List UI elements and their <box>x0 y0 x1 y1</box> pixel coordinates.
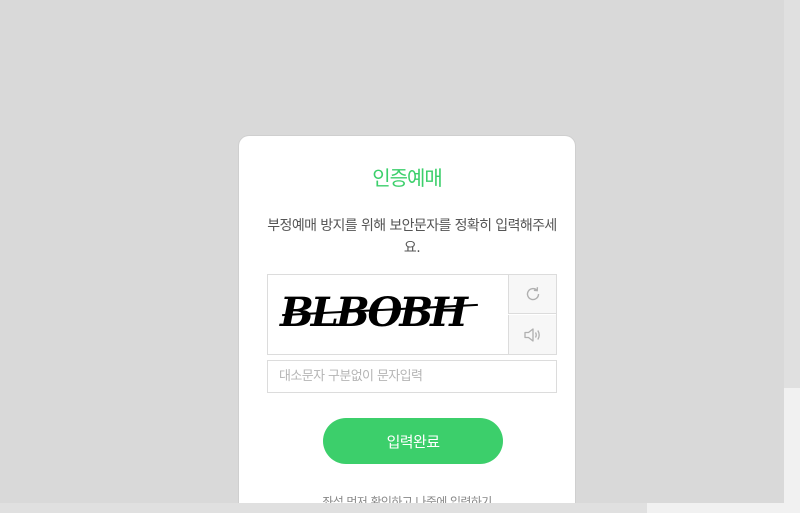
captcha-modal: 인증예매 부정예매 방지를 위해 보안문자를 정확히 입력해주세요. BLBOB… <box>239 136 575 513</box>
modal-description: 부정예매 방지를 위해 보안문자를 정확히 입력해주세요. <box>267 218 557 256</box>
captcha-image: BLBOBH <box>268 275 508 354</box>
vertical-scrollbar-thumb[interactable] <box>784 0 800 388</box>
captcha-input[interactable] <box>267 360 557 393</box>
page: 인증예매 부정예매 방지를 위해 보안문자를 정확히 입력해주세요. BLBOB… <box>0 0 800 513</box>
captcha-box: BLBOBH <box>267 274 557 355</box>
speaker-icon <box>523 327 540 342</box>
audio-captcha-button[interactable] <box>508 315 556 354</box>
refresh-icon <box>526 287 539 301</box>
horizontal-scrollbar[interactable] <box>0 503 784 513</box>
submit-button[interactable]: 입력완료 <box>323 418 503 464</box>
modal-title: 인증예매 <box>372 166 443 190</box>
vertical-scrollbar[interactable] <box>784 0 800 513</box>
refresh-captcha-button[interactable] <box>508 275 556 314</box>
horizontal-scrollbar-thumb[interactable] <box>0 503 647 513</box>
